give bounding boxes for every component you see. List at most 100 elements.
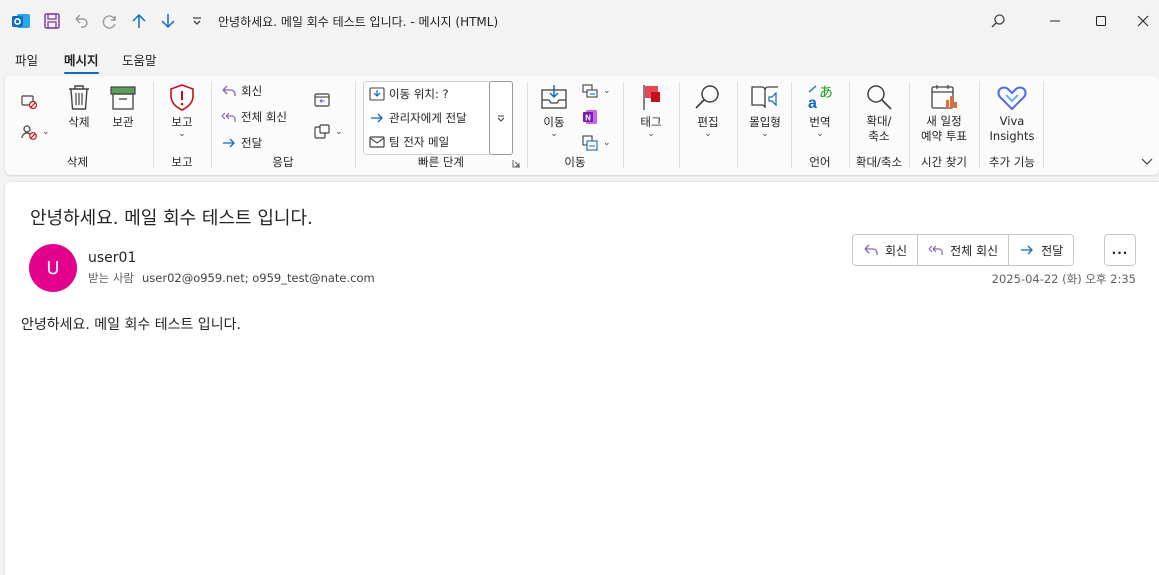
rules-button[interactable]: ⌄ bbox=[581, 82, 611, 100]
zoom-button[interactable]: 확대/축소 bbox=[859, 82, 899, 144]
tab-file[interactable]: 파일 bbox=[15, 50, 38, 69]
reply-all-button[interactable]: 전체 회신 bbox=[221, 109, 287, 125]
archive-button[interactable]: 보관 bbox=[105, 82, 141, 130]
message-body: 안녕하세요. 메일 회수 테스트 입니다. bbox=[21, 317, 241, 333]
find-icon bbox=[695, 85, 719, 109]
ribbon: ⌄ 삭제 보관 삭제 보고 ⌄ 보고 회신 전체 회신 전달 ⌄ 응답 이동 위… bbox=[5, 76, 1159, 175]
im-reply-icon bbox=[314, 124, 330, 139]
chevron-down-icon: ⌄ bbox=[603, 85, 611, 96]
header-reply-button[interactable]: 회신 bbox=[853, 235, 919, 265]
move-inbox-icon bbox=[541, 85, 567, 109]
down-icon[interactable] bbox=[157, 10, 179, 32]
forward-icon bbox=[1021, 245, 1033, 255]
delete-group: ⌄ 삭제 보관 삭제 bbox=[5, 78, 150, 172]
to-label: 받는 사람 bbox=[88, 271, 134, 285]
ribbon-expand-button[interactable] bbox=[1141, 156, 1153, 170]
meeting-reply-button[interactable] bbox=[313, 91, 331, 109]
message-actions: 회신 전체 회신 전달 bbox=[852, 234, 1075, 266]
header-reply-all-button[interactable]: 전체 회신 bbox=[918, 235, 1010, 265]
chevron-down-icon: ⌄ bbox=[704, 129, 712, 139]
group-divider bbox=[979, 82, 980, 168]
ignore-icon bbox=[21, 95, 38, 110]
reply-label: 회신 bbox=[241, 84, 263, 98]
avatar[interactable]: U bbox=[29, 244, 77, 292]
delete-button[interactable]: 삭제 bbox=[63, 82, 95, 130]
reply-button[interactable]: 회신 bbox=[221, 83, 262, 99]
reply-all-icon bbox=[928, 245, 943, 255]
save-icon[interactable] bbox=[41, 10, 63, 32]
translate-label: 번역 bbox=[809, 115, 831, 129]
up-icon[interactable] bbox=[128, 10, 150, 32]
forward-icon bbox=[223, 138, 235, 148]
respond-group-label: 응답 bbox=[272, 155, 294, 169]
editing-button[interactable]: 편집 ⌄ bbox=[691, 82, 725, 139]
chevron-down-icon: ⌄ bbox=[816, 129, 824, 139]
group-divider bbox=[791, 82, 792, 168]
quick-steps-group: 빠른 단계 bbox=[357, 78, 525, 172]
viva-insights-button[interactable]: Viva Insights bbox=[989, 82, 1035, 144]
archive-label: 보관 bbox=[112, 115, 134, 129]
report-button[interactable]: 보고 ⌄ bbox=[165, 82, 199, 139]
ignore-button[interactable] bbox=[20, 92, 38, 110]
minimize-icon[interactable] bbox=[1040, 8, 1070, 34]
chevron-down-icon bbox=[1141, 158, 1153, 165]
zoom-label-line2: 축소 bbox=[868, 129, 890, 143]
actions-button[interactable]: ⌄ bbox=[581, 134, 611, 152]
zoom-group-label: 확대/축소 bbox=[855, 155, 903, 169]
group-divider bbox=[355, 82, 356, 168]
search-icon[interactable] bbox=[983, 8, 1013, 34]
onenote-icon: N bbox=[583, 110, 597, 124]
svg-text:あ: あ bbox=[819, 85, 833, 101]
addins-group-label: 추가 기능 bbox=[989, 155, 1035, 169]
report-group: 보고 ⌄ 보고 bbox=[155, 78, 209, 172]
group-divider bbox=[737, 82, 738, 168]
forward-label: 전달 bbox=[241, 136, 263, 150]
zoom-group: 확대/축소 확대/축소 bbox=[851, 78, 907, 172]
tags-label: 태그 bbox=[640, 115, 662, 129]
svg-text:a: a bbox=[808, 95, 817, 112]
recipients[interactable]: user02@o959.net; o959_test@nate.com bbox=[142, 271, 375, 285]
title-bar: 안녕하세요. 메일 회수 테스트 입니다. - 메시지 (HTML) bbox=[0, 0, 1159, 42]
group-divider bbox=[623, 82, 624, 168]
viva-label-line2: Insights bbox=[989, 129, 1035, 143]
group-divider bbox=[679, 82, 680, 168]
redo-icon[interactable] bbox=[99, 10, 121, 32]
more-respond-button[interactable]: ⌄ bbox=[313, 123, 343, 141]
chevron-down-icon: ⌄ bbox=[550, 129, 558, 139]
translate-button[interactable]: aあ 번역 ⌄ bbox=[803, 82, 837, 139]
actions-icon bbox=[582, 135, 598, 151]
editing-label: 편집 bbox=[697, 115, 719, 129]
chevron-down-icon: ⌄ bbox=[761, 129, 769, 139]
quick-steps-group-label: 빠른 단계 bbox=[418, 155, 464, 169]
tags-button[interactable]: 태그 ⌄ bbox=[635, 82, 667, 139]
zoom-icon bbox=[867, 85, 892, 110]
group-divider bbox=[153, 82, 154, 168]
sender-name[interactable]: user01 bbox=[88, 250, 136, 266]
immersive-reader-button[interactable]: 몰입형 ⌄ bbox=[746, 82, 784, 139]
chevron-down-icon: ⌄ bbox=[603, 137, 611, 148]
tab-help[interactable]: 도움말 bbox=[122, 50, 157, 69]
customize-icon[interactable] bbox=[186, 10, 208, 32]
group-divider bbox=[1043, 82, 1044, 168]
move-button[interactable]: 이동 ⌄ bbox=[537, 82, 571, 139]
reply-icon bbox=[864, 244, 878, 255]
group-divider bbox=[909, 82, 910, 168]
poll-label-line2: 예약 투표 bbox=[921, 129, 967, 143]
junk-button[interactable]: ⌄ bbox=[20, 123, 50, 141]
close-icon[interactable] bbox=[1128, 8, 1158, 34]
tab-message[interactable]: 메시지 bbox=[64, 50, 99, 74]
maximize-icon[interactable] bbox=[1086, 8, 1116, 34]
header-forward-button[interactable]: 전달 bbox=[1009, 235, 1073, 265]
move-label: 이동 bbox=[543, 115, 565, 129]
dialog-launcher-icon[interactable] bbox=[512, 159, 521, 168]
more-actions-button[interactable]: ... bbox=[1104, 234, 1136, 266]
respond-group: 회신 전체 회신 전달 ⌄ 응답 bbox=[213, 78, 353, 172]
scheduling-poll-button[interactable]: 새 일정 예약 투표 bbox=[916, 82, 972, 144]
translate-icon: aあ bbox=[808, 85, 833, 112]
poll-label-line1: 새 일정 bbox=[926, 114, 962, 128]
undo-icon[interactable] bbox=[70, 10, 92, 32]
header-reply-all-label: 전체 회신 bbox=[950, 243, 999, 258]
forward-button[interactable]: 전달 bbox=[221, 135, 262, 151]
onenote-button[interactable]: N bbox=[581, 108, 599, 126]
chevron-down-icon: ⌄ bbox=[335, 126, 343, 137]
